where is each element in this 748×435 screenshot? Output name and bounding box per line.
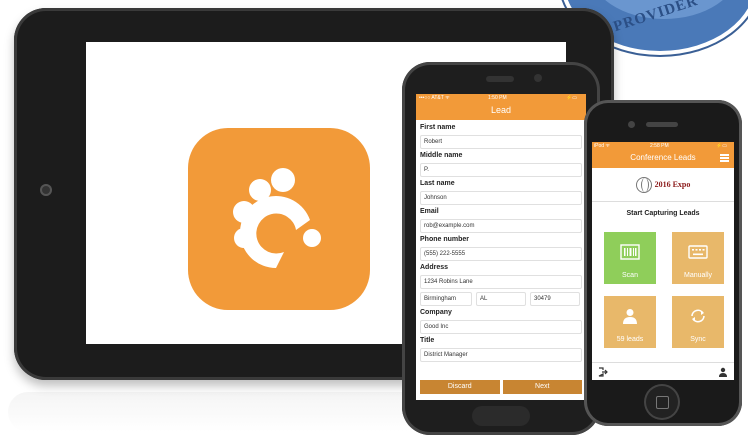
title-field[interactable]: District Manager	[420, 348, 582, 362]
scan-tile[interactable]: Scan	[604, 232, 656, 284]
scan-label: Scan	[622, 272, 638, 279]
phone-label: Phone number	[420, 236, 470, 243]
iphone-home-button[interactable]	[644, 384, 680, 420]
leads-count-label: 59 leads	[616, 336, 644, 343]
leads-tile[interactable]: 59 leads	[604, 296, 656, 348]
sync-icon	[691, 309, 705, 323]
app-logo-icon[interactable]	[188, 128, 370, 310]
bottom-bar	[592, 362, 734, 380]
company-label: Company	[420, 309, 452, 316]
discard-button[interactable]: Discard	[420, 380, 500, 394]
address-field[interactable]: 1234 Robins Lane	[420, 275, 582, 289]
sync-label: Sync	[690, 336, 706, 343]
globe-icon	[635, 176, 652, 193]
status-battery: ⚡▭	[566, 95, 577, 101]
city-state-zip-row: Birmingham AL 30479	[420, 292, 582, 306]
android-phone: •••○○ AT&T ᯤ 1:50 PM ⚡▭ Lead First name …	[402, 62, 600, 435]
status-battery: ⚡▭	[716, 143, 727, 149]
iphone-screen: iPod ᯤ 2:58 PM ⚡▭ Conference Leads 2016 …	[592, 142, 734, 380]
start-heading: Start Capturing Leads	[626, 210, 700, 217]
manually-label: Manually	[683, 272, 712, 279]
city-field[interactable]: Birmingham	[420, 292, 472, 306]
state-field[interactable]: AL	[476, 292, 526, 306]
sync-tile[interactable]: Sync	[672, 296, 724, 348]
first-name-field[interactable]: Robert	[420, 135, 582, 149]
app-header: Conference Leads	[592, 150, 734, 168]
first-name-label: First name	[420, 124, 456, 131]
keyboard-icon	[688, 245, 708, 259]
status-bar: iPod ᯤ 2:58 PM ⚡▭	[592, 142, 734, 150]
tablet-camera	[40, 184, 52, 196]
profile-icon[interactable]	[718, 367, 728, 377]
address-label: Address	[420, 264, 449, 271]
menu-icon[interactable]	[720, 154, 729, 162]
email-field[interactable]: rob@example.com	[420, 219, 582, 233]
status-carrier: •••○○ AT&T ᯤ	[419, 95, 450, 101]
form-buttons: Discard Next	[420, 380, 582, 394]
company-field[interactable]: Good Inc	[420, 320, 582, 334]
logout-icon[interactable]	[598, 367, 608, 377]
lead-form: First name Robert Middle name P. Last na…	[416, 120, 586, 362]
status-bar: •••○○ AT&T ᯤ 1:50 PM ⚡▭	[416, 94, 586, 102]
product-showcase: PROVIDER •••○○ AT&T ᯤ 1:50 PM ⚡▭ Lead Fi…	[0, 0, 748, 435]
iphone-device: iPod ᯤ 2:58 PM ⚡▭ Conference Leads 2016 …	[584, 100, 742, 426]
barcode-icon	[620, 244, 640, 260]
status-time: 2:58 PM	[650, 143, 669, 149]
zip-field[interactable]: 30479	[530, 292, 580, 306]
status-time: 1:50 PM	[488, 95, 507, 101]
event-name: 2016 Expo	[654, 180, 691, 189]
last-name-field[interactable]: Johnson	[420, 191, 582, 205]
email-label: Email	[420, 208, 439, 215]
next-button[interactable]: Next	[502, 380, 582, 394]
iphone-camera	[628, 121, 635, 128]
manually-tile[interactable]: Manually	[672, 232, 724, 284]
android-speaker	[486, 76, 514, 82]
status-device: iPod ᯤ	[594, 143, 610, 149]
android-screen: •••○○ AT&T ᯤ 1:50 PM ⚡▭ Lead First name …	[416, 94, 586, 400]
title-label: Title	[420, 337, 435, 344]
iphone-speaker	[646, 122, 678, 127]
middle-name-label: Middle name	[420, 152, 463, 159]
phone-field[interactable]: (555) 222-5555	[420, 247, 582, 261]
last-name-label: Last name	[420, 180, 455, 187]
event-banner: 2016 Expo	[592, 168, 734, 202]
android-camera	[534, 74, 542, 82]
android-home-button[interactable]	[472, 406, 530, 426]
middle-name-field[interactable]: P.	[420, 163, 582, 177]
person-icon	[623, 309, 637, 324]
app-title: Conference Leads	[630, 153, 696, 162]
page-title: Lead	[416, 102, 586, 120]
